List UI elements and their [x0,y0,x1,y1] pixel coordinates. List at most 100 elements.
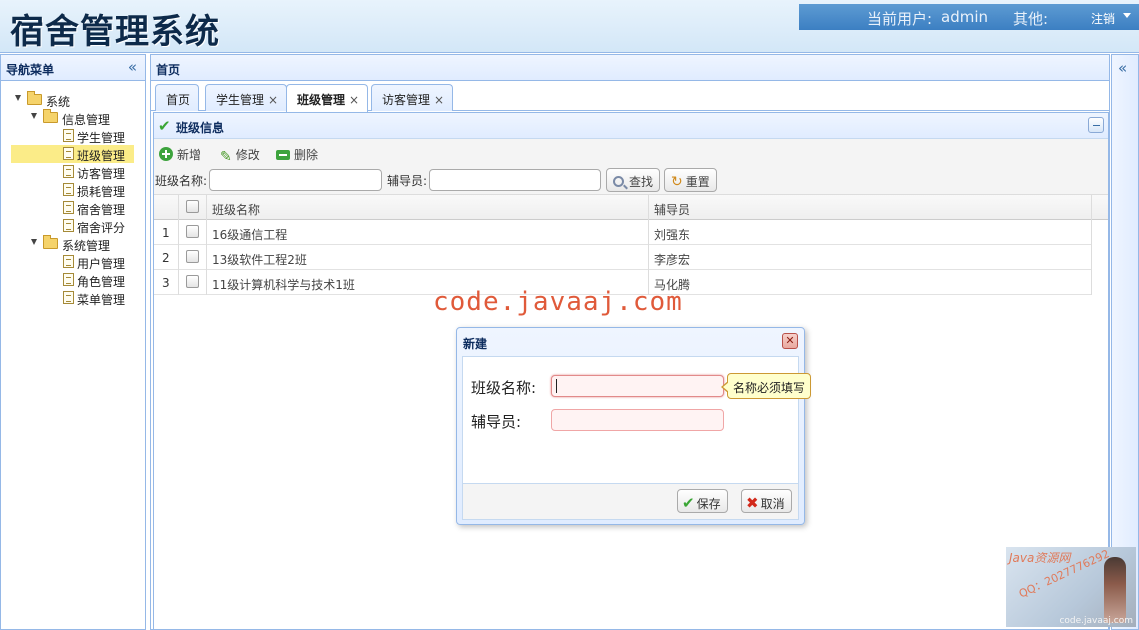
edit-label: 修改 [235,148,260,162]
tree-node-0[interactable]: 系统 [11,91,134,109]
row-checkbox[interactable] [186,225,199,238]
main-panel-header: 首页 [151,55,1109,81]
dialog-title: 新建 [463,337,488,351]
person-figure [1104,557,1126,623]
save-label: 保存 [696,497,721,511]
search-icon [613,176,624,187]
toolbar: 新增 ✎ 修改 删除 班级名称: 辅导员: 查找 ↻ 重置 [154,139,1108,195]
tree-node-2[interactable]: 学生管理 [11,127,134,145]
reset-label: 重置 [685,175,710,189]
save-button[interactable]: ✔ 保存 [677,489,728,513]
tree-node-label: 学生管理 [77,131,126,145]
tab-label: 首页 [166,93,191,107]
check-icon: ✔ [158,117,171,135]
reset-icon: ↻ [671,174,683,190]
tree-node-label: 系统管理 [62,239,111,253]
collapse-left-icon[interactable]: « [128,58,137,76]
table-row[interactable]: 1 16级通信工程 刘强东 [154,220,1092,245]
close-icon[interactable]: ✕ [782,333,798,349]
file-icon [63,183,74,196]
collapse-panel-button[interactable] [1088,117,1104,133]
row-checkbox[interactable] [186,250,199,263]
tree-node-6[interactable]: 宿舍管理 [11,199,134,217]
row-number-header [154,195,179,220]
grid-header-row: 班级名称 辅导员 [154,195,1092,220]
class-info-header: ✔ 班级信息 [154,113,1108,139]
row-number: 2 [154,245,179,270]
east-panel: « [1111,54,1139,630]
class-name-cell: 13级软件工程2班 [207,245,649,270]
cancel-button[interactable]: ✖ 取消 [741,489,792,513]
tab-2[interactable]: 班级管理 × [286,84,369,112]
tab-label: 班级管理 [297,93,346,107]
tree-node-4[interactable]: 访客管理 [11,163,134,181]
class-info-title: 班级信息 [176,121,225,135]
tab-0[interactable]: 首页 [155,84,200,111]
tutor-header[interactable]: 辅导员 [649,195,1092,220]
minus-icon [276,150,290,160]
app-title: 宿舍管理系统 [10,12,220,52]
select-all-cell [179,195,207,220]
tree-node-3[interactable]: 班级管理 [11,145,134,163]
expand-right-icon[interactable]: « [1118,59,1127,77]
reset-button[interactable]: ↻ 重置 [664,168,717,192]
tree-node-label: 损耗管理 [77,185,126,199]
file-icon [63,219,74,232]
search-button[interactable]: 查找 [606,168,661,192]
tutor-input[interactable] [551,409,724,431]
tab-close-icon[interactable]: × [268,93,278,107]
delete-button[interactable]: 删除 [276,146,318,166]
tab-label: 学生管理 [216,93,265,107]
file-icon [63,273,74,286]
tree-node-8[interactable]: 系统管理 [11,235,134,253]
tree-node-5[interactable]: 损耗管理 [11,181,134,199]
tree-node-11[interactable]: 菜单管理 [11,289,134,307]
nav-tree: 系统信息管理学生管理 班级管理访客管理损耗管理宿舍管理 宿舍评分系统管理 用户管理角色… [1,81,145,307]
class-name-label: 班级名称: [471,379,537,397]
folder-icon [27,91,42,105]
file-icon [63,255,74,268]
file-icon [63,147,74,160]
tree-node-10[interactable]: 角色管理 [11,271,134,289]
row-checkbox[interactable] [186,275,199,288]
grid-body: 1 16级通信工程 刘强东 2 13级软件工程2班 李彦宏 3 11级计算机科学与技术1班 马化… [154,220,1092,295]
select-all-checkbox[interactable] [186,200,199,213]
tutor-cell: 李彦宏 [649,245,1092,270]
cancel-label: 取消 [760,497,785,511]
tutor-filter-input[interactable] [429,169,601,191]
tree-node-label: 宿舍管理 [77,203,126,217]
class-name-filter-input[interactable] [209,169,382,191]
tree-node-label: 信息管理 [62,113,111,127]
class-name-header[interactable]: 班级名称 [207,195,649,220]
tree-node-1[interactable]: 信息管理 [11,109,134,127]
edit-button[interactable]: ✎ 修改 [220,146,260,166]
current-user-label: 当前用户: [867,10,933,28]
corner-badge: Java资源网 QQ：2027776292 code.javaaj.com [1006,547,1136,627]
expand-arrow-icon[interactable] [31,239,37,245]
tab-3[interactable]: 访客管理 × [371,84,454,111]
table-row[interactable]: 2 13级软件工程2班 李彦宏 [154,245,1092,270]
class-name-input[interactable] [551,375,724,397]
tab-close-icon[interactable]: × [349,93,359,107]
chevron-down-icon[interactable] [1123,13,1131,18]
tree-node-label: 角色管理 [77,275,126,289]
row-number: 3 [154,270,179,295]
validation-tooltip: 名称必须填写 [720,373,812,399]
tutor-cell: 刘强东 [649,220,1092,245]
folder-icon [43,235,58,249]
tree-node-7[interactable]: 宿舍评分 [11,217,134,235]
expand-arrow-icon[interactable] [15,95,21,101]
tutor-cell: 马化腾 [649,270,1092,295]
app-header: 宿舍管理系统 当前用户: admin 其他: 注销 [0,0,1139,53]
logout-link[interactable]: 注销 [1091,10,1115,27]
tree-node-label: 访客管理 [77,167,126,181]
add-button[interactable]: 新增 [159,146,201,166]
tab-1[interactable]: 学生管理 × [205,84,288,111]
current-user-name: admin [941,8,988,26]
row-select-cell [179,245,207,270]
expand-arrow-icon[interactable] [31,113,37,119]
tab-close-icon[interactable]: × [434,93,444,107]
tree-node-9[interactable]: 用户管理 [11,253,134,271]
dialog-footer: ✔ 保存 ✖ 取消 [462,484,799,520]
class-grid: 班级名称 辅导员 1 16级通信工程 刘强东 2 13级软件工程2班 李彦宏 3 11级计算机… [154,195,1092,295]
